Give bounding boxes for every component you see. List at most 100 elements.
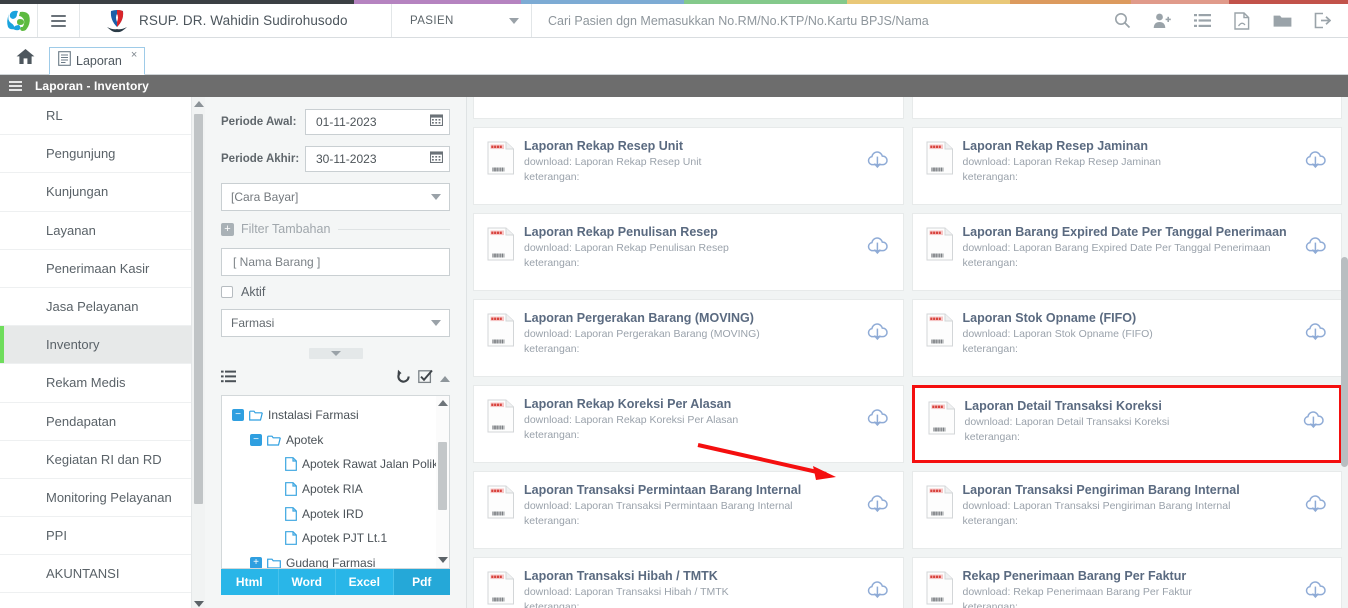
sidebar-item-penerimaan-kasir[interactable]: Penerimaan Kasir xyxy=(0,250,205,288)
close-icon[interactable]: × xyxy=(131,49,137,61)
cloud-download-icon[interactable] xyxy=(866,322,889,348)
report-card[interactable]: Laporan Rekap Koreksi Per Alasan download… xyxy=(473,385,904,463)
collapse-filters-handle[interactable] xyxy=(308,348,363,359)
cara-bayar-select[interactable]: [Cara Bayar] xyxy=(221,183,450,211)
aktif-checkbox-row[interactable]: Aktif xyxy=(221,285,450,299)
app-logo[interactable] xyxy=(0,4,38,37)
folder-icon[interactable] xyxy=(1262,4,1302,38)
search-field-wrapper[interactable] xyxy=(532,4,1102,37)
periode-awal-field[interactable] xyxy=(305,109,450,135)
report-card[interactable]: Rekap Penerimaan Barang Per Faktur downlo… xyxy=(911,557,1342,608)
hamburger-menu-icon[interactable] xyxy=(9,78,22,93)
collapse-node-icon[interactable]: − xyxy=(250,433,262,446)
pdf-icon[interactable] xyxy=(1222,4,1262,38)
cloud-download-icon[interactable] xyxy=(866,150,889,176)
report-card[interactable]: Laporan Rekap Penulisan Resep download: L… xyxy=(473,213,904,291)
report-keterangan-line: keterangan: xyxy=(962,601,1018,608)
sidebar-item-layanan[interactable]: Layanan xyxy=(0,212,205,250)
tree-node[interactable]: Apotek Rawat Jalan Poliklin... xyxy=(222,452,449,477)
sidebar-item-akuntansi[interactable]: AKUNTANSI xyxy=(0,555,205,594)
report-card[interactable]: Laporan Detail Transaksi Koreksi download… xyxy=(911,385,1342,463)
calendar-icon[interactable] xyxy=(429,113,444,131)
export-excel-button[interactable]: Excel xyxy=(336,569,394,595)
expand-node-icon[interactable]: + xyxy=(250,556,262,568)
sidebar-item-kunjungan[interactable]: Kunjungan xyxy=(0,173,205,212)
unit-select[interactable]: Farmasi xyxy=(221,309,450,337)
cloud-download-icon[interactable] xyxy=(866,580,889,606)
tree-node[interactable]: − Apotek xyxy=(222,428,449,453)
tab-laporan[interactable]: Laporan × xyxy=(49,47,146,75)
export-html-button[interactable]: Html xyxy=(221,569,279,595)
report-title: Laporan Rekap Penulisan Resep xyxy=(524,225,718,239)
report-keterangan-line: keterangan: xyxy=(962,171,1018,183)
report-list-scrollbar[interactable] xyxy=(1341,97,1348,608)
search-icon[interactable] xyxy=(1102,4,1142,38)
cloud-download-icon[interactable] xyxy=(1304,322,1327,348)
search-input[interactable] xyxy=(546,12,1102,29)
sidebar-item-rekam-medis[interactable]: Rekam Medis xyxy=(0,364,205,403)
sidebar-scroll-thumb[interactable] xyxy=(194,114,203,504)
nama-barang-input[interactable] xyxy=(231,254,440,270)
chevron-up-icon[interactable] xyxy=(440,376,450,382)
report-card[interactable]: Laporan Rekap Resep Jaminan download: Lap… xyxy=(911,127,1342,205)
history-reset-icon[interactable] xyxy=(396,369,411,389)
list-icon[interactable] xyxy=(1182,4,1222,38)
sidebar-item-kegiatan-ri-dan-rd[interactable]: Kegiatan RI dan RD xyxy=(0,441,205,479)
report-card[interactable]: Laporan Pergerakan Barang (MOVING) downlo… xyxy=(473,299,904,377)
report-list-scroll-thumb[interactable] xyxy=(1341,257,1348,467)
check-square-icon[interactable] xyxy=(418,369,433,389)
tree-scrollbar[interactable] xyxy=(436,396,449,568)
home-icon[interactable] xyxy=(10,39,40,73)
logout-icon[interactable] xyxy=(1302,4,1342,38)
sidebar-item-pendapatan[interactable]: Pendapatan xyxy=(0,403,205,441)
scroll-up-arrow-icon[interactable] xyxy=(437,400,448,406)
tree-node[interactable]: Apotek PJT Lt.1 xyxy=(222,526,449,551)
tree-node[interactable]: Apotek IRD xyxy=(222,501,449,526)
sidebar-item-ppi[interactable]: PPI xyxy=(0,517,205,556)
aktif-checkbox[interactable] xyxy=(221,286,233,298)
sidebar-scrollbar[interactable] xyxy=(191,97,205,608)
report-card[interactable]: Laporan Barang Expired Date Per Tanggal … xyxy=(911,97,1342,119)
tree-scroll-thumb[interactable] xyxy=(438,442,447,510)
cloud-download-icon[interactable] xyxy=(1304,580,1327,606)
cloud-download-icon[interactable] xyxy=(866,494,889,520)
collapse-node-icon[interactable]: − xyxy=(232,409,244,422)
cloud-download-icon[interactable] xyxy=(1302,410,1325,436)
report-keterangan-line: keterangan: xyxy=(524,601,580,608)
scroll-down-arrow-icon[interactable] xyxy=(437,557,448,563)
cloud-download-icon[interactable] xyxy=(866,408,889,434)
periode-akhir-field[interactable] xyxy=(305,146,450,172)
report-card[interactable]: Laporan Barang Expired Date Per Tanggal … xyxy=(911,213,1342,291)
add-user-icon[interactable] xyxy=(1142,4,1182,38)
report-card[interactable]: Laporan Rekap Resep Unit download: Lapora… xyxy=(473,127,904,205)
cloud-download-icon[interactable] xyxy=(866,236,889,262)
module-select[interactable]: PASIEN xyxy=(392,4,532,37)
sidebar-item-pengunjung[interactable]: Pengunjung xyxy=(0,135,205,174)
hamburger-menu-icon[interactable] xyxy=(38,4,80,37)
tree-node[interactable]: − Instalasi Farmasi xyxy=(222,403,449,428)
export-pdf-button[interactable]: Pdf xyxy=(393,569,450,595)
export-word-button[interactable]: Word xyxy=(278,569,336,595)
tree-node[interactable]: + Gudang Farmasi xyxy=(222,551,449,568)
periode-akhir-input[interactable] xyxy=(314,151,430,167)
report-card[interactable]: Laporan Faktur Jatuh Tempodownload: Lapo… xyxy=(473,97,904,119)
scroll-up-arrow-icon[interactable] xyxy=(193,101,204,107)
calendar-icon[interactable] xyxy=(429,150,444,168)
report-card[interactable]: Laporan Stok Opname (FIFO) download: Lapo… xyxy=(911,299,1342,377)
report-card[interactable]: Laporan Transaksi Hibah / TMTK download: … xyxy=(473,557,904,608)
report-card[interactable]: Laporan Transaksi Pengiriman Barang Inte… xyxy=(911,471,1342,549)
filter-tambahan-toggle[interactable]: + Filter Tambahan xyxy=(221,222,450,236)
nama-barang-field[interactable] xyxy=(221,248,450,276)
list-lines-icon[interactable] xyxy=(221,370,236,388)
cloud-download-icon[interactable] xyxy=(1304,150,1327,176)
scroll-down-arrow-icon[interactable] xyxy=(193,601,204,607)
report-card[interactable]: Laporan Transaksi Permintaan Barang Inte… xyxy=(473,471,904,549)
sidebar-item-inventory[interactable]: Inventory xyxy=(0,326,205,365)
tree-node[interactable]: Apotek RIA xyxy=(222,477,449,502)
sidebar-item-rl[interactable]: RL xyxy=(0,97,205,136)
sidebar-item-jasa-pelayanan[interactable]: Jasa Pelayanan xyxy=(0,288,205,327)
cloud-download-icon[interactable] xyxy=(1304,494,1327,520)
periode-awal-input[interactable] xyxy=(314,114,430,130)
cloud-download-icon[interactable] xyxy=(1304,236,1327,262)
sidebar-item-monitoring-pelayanan[interactable]: Monitoring Pelayanan xyxy=(0,479,205,518)
